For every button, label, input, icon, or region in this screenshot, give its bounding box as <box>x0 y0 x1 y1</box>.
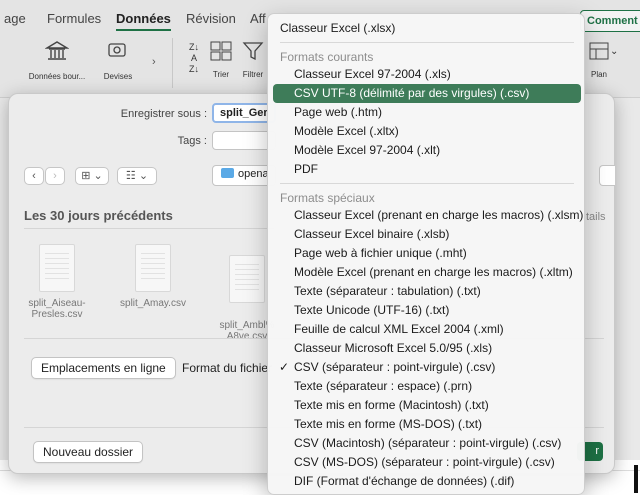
currency-icon <box>108 43 126 57</box>
csv-file-icon <box>39 244 75 292</box>
menu-separator <box>280 183 574 184</box>
text-cursor <box>634 465 638 493</box>
menu-item-xlsm[interactable]: Classeur Excel (prenant en charge les ma… <box>273 206 583 225</box>
comment-button[interactable]: Comment <box>580 10 640 32</box>
section-divider <box>24 228 274 229</box>
menu-item-csv-utf8[interactable]: CSV UTF-8 (délimité par des virgules) (.… <box>273 84 581 103</box>
forward-button[interactable]: › <box>45 167 65 185</box>
location-value: opena <box>238 168 269 180</box>
group-mode-button[interactable]: ☷ ⌄ <box>117 167 157 185</box>
save-as-label: Enregistrer sous : <box>120 108 207 120</box>
menu-item-xls[interactable]: Classeur Excel 97-2004 (.xls) <box>273 65 581 84</box>
currencies-button[interactable]: Devises <box>96 40 140 81</box>
recent-section-title: Les 30 jours précédents <box>24 208 173 223</box>
chevron-right-icon: › <box>53 170 57 182</box>
outline-icon <box>589 42 609 60</box>
details-link[interactable]: tails <box>586 211 606 223</box>
menu-item-label: CSV (séparateur : point-virgule) (.csv) <box>294 360 496 374</box>
tags-label: Tags : <box>177 135 207 147</box>
filter-button[interactable]: Filtrer <box>238 40 268 79</box>
tab-donnees[interactable]: Données <box>116 11 171 31</box>
file-format-label: Format du fichier <box>182 361 273 375</box>
menu-separator <box>280 42 574 43</box>
menu-item-mht[interactable]: Page web à fichier unique (.mht) <box>273 244 581 263</box>
menu-item-htm[interactable]: Page web (.htm) <box>273 103 581 122</box>
menu-item-xls95[interactable]: Classeur Microsoft Excel 5.0/95 (.xls) <box>273 339 581 358</box>
menu-item-xlsx[interactable]: Classeur Excel (.xlsx) <box>273 19 581 38</box>
new-folder-button[interactable]: Nouveau dossier <box>33 441 144 463</box>
tab-formules[interactable]: Formules <box>47 11 101 26</box>
chevron-right-icon[interactable]: › <box>152 56 156 68</box>
menu-item-xml[interactable]: Feuille de calcul XML Excel 2004 (.xml) <box>273 320 581 339</box>
sort-button[interactable]: Trier <box>206 40 236 79</box>
search-field[interactable] <box>599 165 615 186</box>
menu-header-special: Formats spéciaux <box>280 191 375 205</box>
menu-item-xltx[interactable]: Modèle Excel (.xltx) <box>273 122 581 141</box>
menu-item-pdf[interactable]: PDF <box>273 160 581 179</box>
checkmark-icon: ✓ <box>279 360 290 374</box>
tab-revision[interactable]: Révision <box>186 11 236 26</box>
csv-file-icon <box>135 244 171 292</box>
sort-icon <box>210 41 232 61</box>
file-item[interactable]: split_Aiseau-Presles.csv <box>17 244 97 320</box>
menu-item-xltm[interactable]: Modèle Excel (prenant en charge les macr… <box>273 263 581 282</box>
menu-item-xlsb[interactable]: Classeur Excel binaire (.xlsb) <box>273 225 581 244</box>
ribbon-divider <box>172 38 173 88</box>
menu-item-txt-utf16[interactable]: Texte Unicode (UTF-16) (.txt) <box>273 301 581 320</box>
view-mode-button[interactable]: ⊞ ⌄ <box>75 167 109 185</box>
data-sources-button[interactable]: Données bour... <box>22 40 92 81</box>
file-format-menu: Classeur Excel (.xlsx) Formats courants … <box>267 13 585 495</box>
tab-page[interactable]: age <box>4 11 26 26</box>
bank-icon <box>44 41 70 60</box>
funnel-icon <box>242 42 264 61</box>
tab-affichage[interactable]: Aff <box>250 11 266 26</box>
menu-item-csv-semicolon[interactable]: ✓ CSV (séparateur : point-virgule) (.csv) <box>273 358 581 377</box>
menu-item-xlt[interactable]: Modèle Excel 97-2004 (.xlt) <box>273 141 581 160</box>
group-view-icon: ☷ ⌄ <box>125 170 149 182</box>
chevron-down-icon[interactable]: ⌄ <box>610 46 618 57</box>
file-item[interactable]: split_Amay.csv <box>113 244 193 309</box>
sort-az-icon[interactable]: Z↓ A Z↓ <box>185 42 203 75</box>
menu-item-txt-mac[interactable]: Texte mis en forme (Macintosh) (.txt) <box>273 396 581 415</box>
back-button[interactable]: ‹ <box>24 167 44 185</box>
folder-icon <box>221 168 234 178</box>
menu-item-txt-msdos[interactable]: Texte mis en forme (MS-DOS) (.txt) <box>273 415 581 434</box>
chevron-left-icon: ‹ <box>32 170 36 182</box>
menu-item-csv-mac[interactable]: CSV (Macintosh) (séparateur : point-virg… <box>273 434 581 453</box>
menu-item-txt-tab[interactable]: Texte (séparateur : tabulation) (.txt) <box>273 282 581 301</box>
csv-file-icon <box>229 255 265 303</box>
menu-item-dif[interactable]: DIF (Format d'échange de données) (.dif) <box>273 472 581 491</box>
menu-item-csv-msdos[interactable]: CSV (MS-DOS) (séparateur : point-virgule… <box>273 453 581 472</box>
menu-header-common: Formats courants <box>280 50 374 64</box>
grid-view-icon: ⊞ ⌄ <box>81 170 103 182</box>
menu-item-prn[interactable]: Texte (séparateur : espace) (.prn) <box>273 377 581 396</box>
online-locations-button[interactable]: Emplacements en ligne <box>31 357 176 379</box>
